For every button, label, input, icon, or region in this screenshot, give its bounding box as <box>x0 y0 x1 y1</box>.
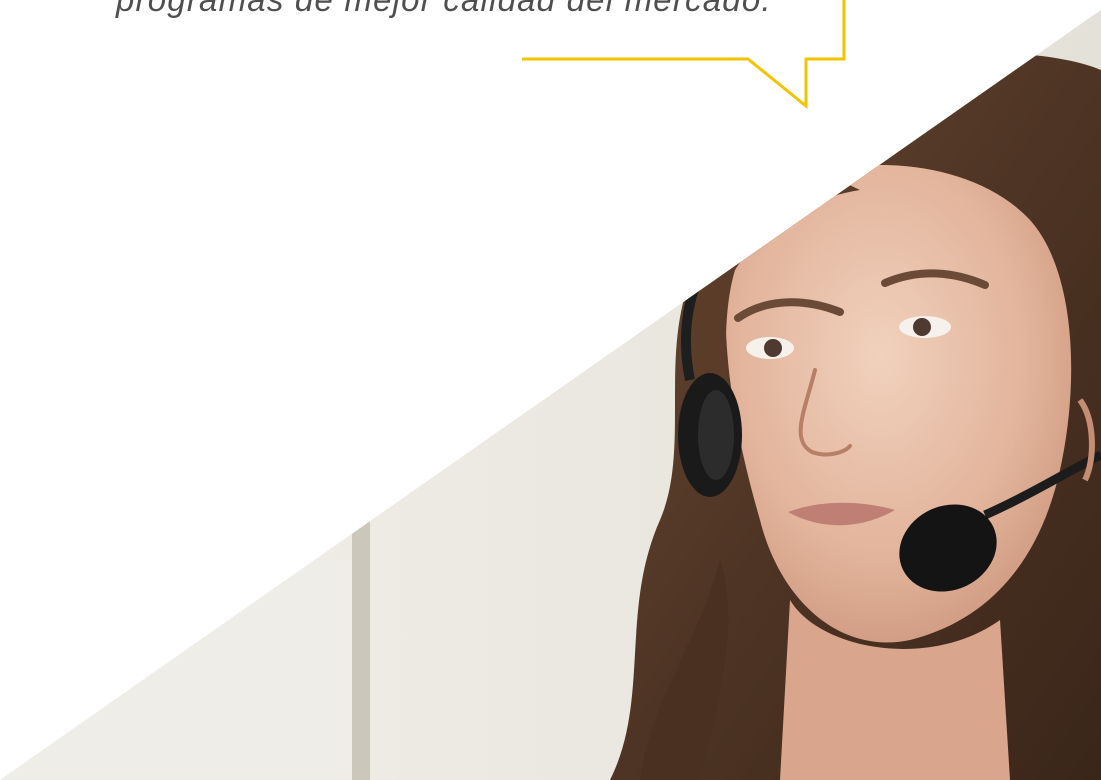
quote-text: programas de mejor calidad del mercado. <box>116 0 772 20</box>
page: programas de mejor calidad del mercado. <box>0 0 1101 780</box>
woman-with-headset-illustration <box>0 10 1101 780</box>
headset-photo <box>0 10 1101 780</box>
